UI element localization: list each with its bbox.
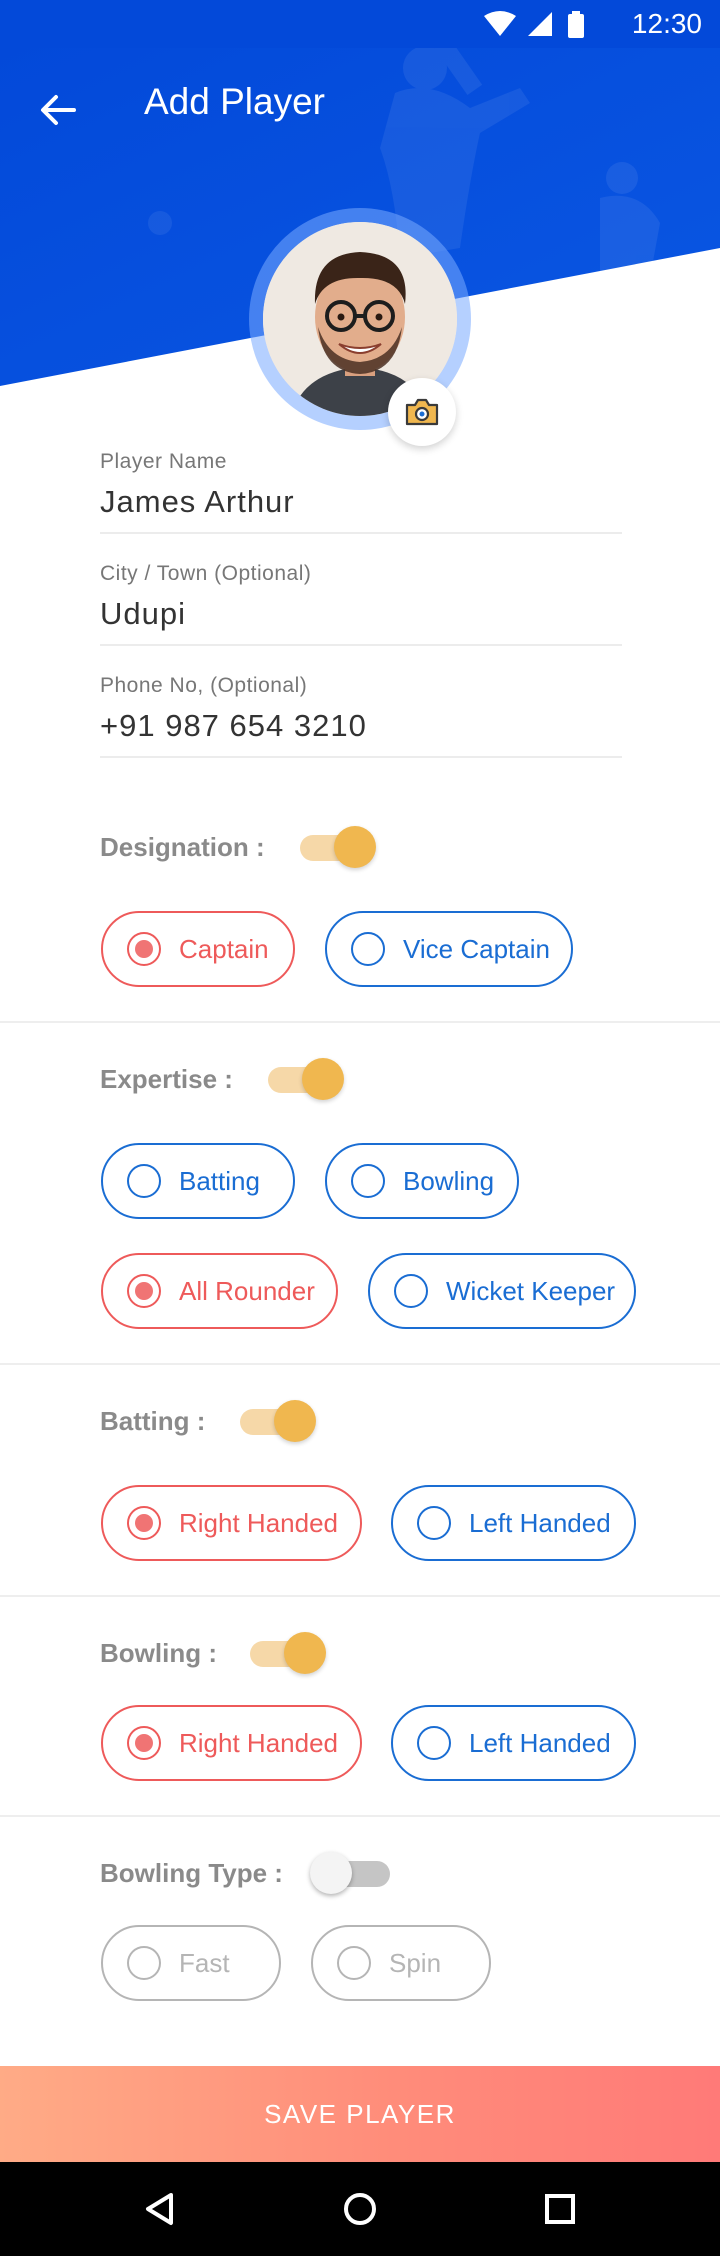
phone-input[interactable]	[100, 706, 622, 746]
bowling-type-toggle[interactable]	[310, 1852, 390, 1894]
page-title: Add Player	[144, 81, 325, 122]
triangle-back-icon	[146, 2193, 173, 2225]
option-label: Batting	[179, 1165, 260, 1196]
radio-icon	[394, 1274, 428, 1308]
option-label: Right Handed	[179, 1507, 338, 1538]
status-bar: 12:30	[0, 0, 720, 48]
navigation-bar	[0, 2162, 720, 2256]
option-all-rounder[interactable]: All Rounder	[101, 1253, 338, 1329]
section-divider	[0, 1021, 720, 1023]
phone-field: Phone No, (Optional)	[100, 674, 622, 758]
radio-icon	[351, 1164, 385, 1198]
status-time: 12:30	[631, 8, 702, 39]
option-label: Right Handed	[179, 1727, 338, 1758]
radio-icon	[127, 1506, 161, 1540]
phone-label: Phone No, (Optional)	[100, 674, 308, 697]
option-bowling[interactable]: Bowling	[325, 1143, 519, 1219]
camera-icon	[405, 398, 439, 426]
option-bowling-right-handed[interactable]: Right Handed	[101, 1705, 362, 1781]
toggle-knob	[310, 1852, 352, 1894]
battery-icon	[568, 11, 584, 38]
arrow-left-icon	[41, 95, 76, 125]
circle-home-icon	[344, 2193, 376, 2225]
expertise-toggle[interactable]	[268, 1058, 344, 1100]
camera-button[interactable]	[388, 378, 456, 446]
expertise-label: Expertise :	[100, 1064, 233, 1094]
nav-back-button[interactable]	[130, 2179, 190, 2239]
toggle-knob	[274, 1400, 316, 1442]
option-batting[interactable]: Batting	[101, 1143, 295, 1219]
player-name-underline	[100, 532, 622, 534]
player-name-label: Player Name	[100, 450, 227, 473]
option-label: Vice Captain	[403, 933, 550, 964]
option-label: Fast	[179, 1947, 230, 1978]
bowling-type-label: Bowling Type :	[100, 1858, 283, 1888]
city-underline	[100, 644, 622, 646]
wifi-icon	[484, 11, 516, 36]
toggle-knob	[302, 1058, 344, 1100]
designation-toggle[interactable]	[300, 826, 376, 868]
option-batting-right-handed[interactable]: Right Handed	[101, 1485, 362, 1561]
designation-label: Designation :	[100, 832, 265, 862]
option-label: Spin	[389, 1947, 442, 1978]
option-label: Left Handed	[469, 1727, 611, 1758]
option-bowling-left-handed[interactable]: Left Handed	[391, 1705, 636, 1781]
radio-icon	[337, 1946, 371, 1980]
radio-icon	[127, 1726, 161, 1760]
option-label: Bowling	[403, 1165, 495, 1196]
section-divider	[0, 1815, 720, 1817]
toggle-knob	[334, 826, 376, 868]
radio-icon	[127, 1274, 161, 1308]
phone-underline	[100, 756, 622, 758]
batting-label: Batting :	[100, 1406, 206, 1436]
section-divider	[0, 1595, 720, 1597]
radio-icon	[127, 1164, 161, 1198]
option-label: All Rounder	[179, 1275, 315, 1306]
signal-icon	[528, 12, 552, 36]
city-input[interactable]	[100, 594, 622, 634]
city-label: City / Town (Optional)	[100, 562, 312, 585]
batting-toggle[interactable]	[240, 1400, 316, 1442]
bowling-label: Bowling :	[100, 1638, 217, 1668]
option-wicket-keeper[interactable]: Wicket Keeper	[368, 1253, 636, 1329]
option-vice-captain[interactable]: Vice Captain	[325, 911, 573, 987]
nav-home-button[interactable]	[330, 2179, 390, 2239]
toggle-knob	[284, 1632, 326, 1674]
player-name-input[interactable]	[100, 482, 622, 522]
status-icons	[484, 11, 584, 38]
option-captain[interactable]: Captain	[101, 911, 295, 987]
option-fast[interactable]: Fast	[101, 1925, 281, 2001]
radio-icon	[417, 1726, 451, 1760]
player-name-field: Player Name	[100, 450, 622, 534]
option-batting-left-handed[interactable]: Left Handed	[391, 1485, 636, 1561]
radio-icon	[417, 1506, 451, 1540]
radio-icon	[127, 1946, 161, 1980]
back-button[interactable]	[28, 80, 88, 140]
option-label: Wicket Keeper	[446, 1275, 616, 1306]
save-player-button[interactable]: SAVE PLAYER	[0, 2066, 720, 2162]
radio-icon	[127, 932, 161, 966]
option-label: Left Handed	[469, 1507, 611, 1538]
section-divider	[0, 1363, 720, 1365]
option-spin[interactable]: Spin	[311, 1925, 491, 2001]
radio-icon	[351, 932, 385, 966]
bowling-toggle[interactable]	[250, 1632, 326, 1674]
nav-recents-button[interactable]	[530, 2179, 590, 2239]
option-label: Captain	[179, 933, 269, 964]
square-recents-icon	[545, 2194, 575, 2224]
city-field: City / Town (Optional)	[100, 562, 622, 646]
